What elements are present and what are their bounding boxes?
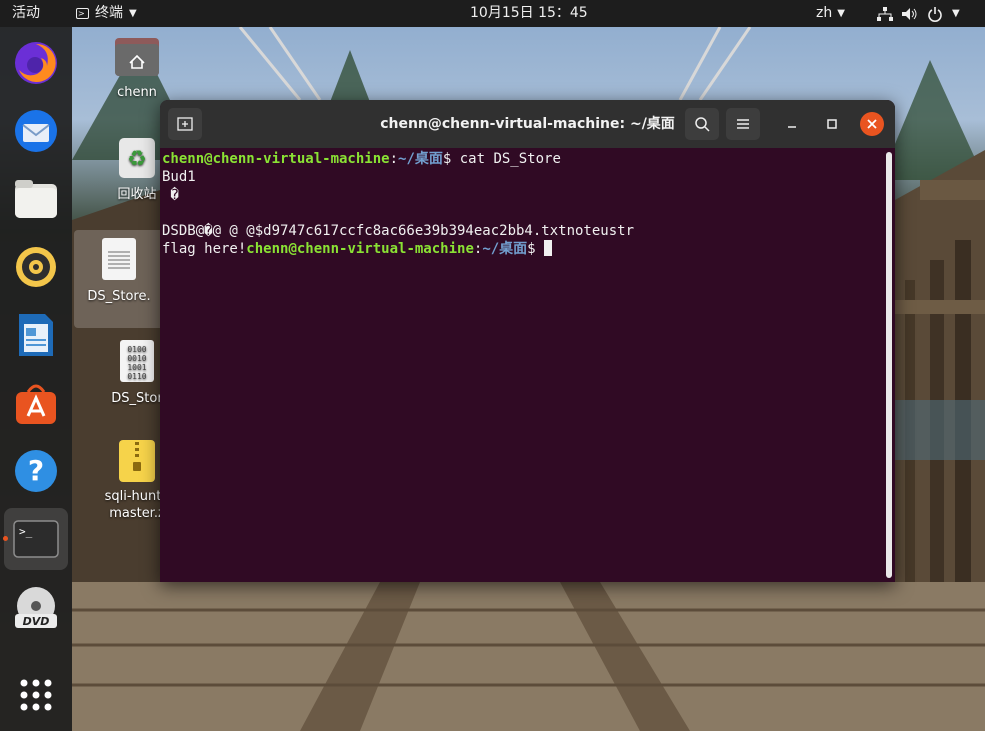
new-tab-button[interactable] xyxy=(168,108,202,140)
svg-text:?: ? xyxy=(28,454,44,487)
document-icon[interactable] xyxy=(10,309,62,361)
system-menu[interactable]: ▼ xyxy=(877,0,960,27)
desktop-icon-label: chenn xyxy=(117,85,157,100)
text-cursor xyxy=(544,240,553,256)
svg-text:DVD: DVD xyxy=(23,615,50,628)
chevron-down-icon: ▼ xyxy=(952,8,960,19)
menu-button[interactable] xyxy=(726,108,760,140)
prompt-separator: : xyxy=(389,151,399,167)
maximize-icon xyxy=(827,119,837,129)
text-file-icon xyxy=(102,238,136,280)
desktop-icon-ds-store-txt[interactable]: DS_Store. xyxy=(74,230,164,328)
output-line: flag here! xyxy=(162,241,247,257)
prompt-user: chenn@chenn-virtual-machine xyxy=(162,151,390,167)
activities-button[interactable]: 活动 xyxy=(12,0,40,27)
close-button[interactable] xyxy=(860,112,884,136)
chevron-down-icon: ▼ xyxy=(129,8,137,19)
prompt-dollar: $ xyxy=(527,241,545,257)
network-icon xyxy=(877,6,893,21)
dvd-icon[interactable]: DVD xyxy=(10,583,62,635)
top-bar: 活动 > 终端 ▼ 10月15日 15：45 zh ▼ ▼ xyxy=(0,0,985,27)
output-line: DSDB@�@ @ @$d9747c617ccfc8ac66e39b394eac… xyxy=(162,223,635,239)
app-menu[interactable]: > 终端 ▼ xyxy=(76,0,137,27)
hamburger-icon xyxy=(737,119,749,129)
binary-file-icon: 0100001010010110 xyxy=(120,340,154,382)
terminal-icon[interactable]: >_ xyxy=(4,508,68,570)
prompt-dollar: $ xyxy=(442,151,460,167)
scrollbar[interactable] xyxy=(886,152,892,578)
output-line: Bud1 xyxy=(162,169,196,185)
command-text: cat DS_Store xyxy=(459,151,561,167)
trash-icon: ♻ xyxy=(119,138,155,178)
dock: ? >_ DVD xyxy=(0,27,72,731)
store-icon[interactable] xyxy=(10,377,62,429)
svg-text:0110: 0110 xyxy=(127,372,146,381)
terminal-window[interactable]: chenn@chenn-virtual-machine: ~/桌面 chenn@… xyxy=(160,100,895,582)
clock[interactable]: 10月15日 15：45 xyxy=(470,0,588,27)
input-method-menu[interactable]: zh ▼ xyxy=(816,0,845,27)
thunderbird-icon[interactable] xyxy=(10,105,62,157)
svg-text:0010: 0010 xyxy=(127,354,146,363)
close-icon xyxy=(867,119,877,129)
search-icon xyxy=(695,117,710,132)
speaker-icon[interactable] xyxy=(10,241,62,293)
desktop-icon-label: DS_Store. xyxy=(87,289,151,304)
svg-text:>_: >_ xyxy=(19,525,33,538)
new-tab-icon xyxy=(177,117,193,131)
minimize-button[interactable] xyxy=(780,112,804,136)
terminal-titlebar[interactable]: chenn@chenn-virtual-machine: ~/桌面 xyxy=(160,100,895,148)
grid-icon[interactable] xyxy=(10,669,62,721)
terminal-content[interactable]: chenn@chenn-virtual-machine:~/桌面$ cat DS… xyxy=(162,150,880,580)
output-line: � xyxy=(162,187,179,203)
power-icon xyxy=(928,6,942,22)
terminal-small-icon: > xyxy=(76,8,89,19)
svg-text:1001: 1001 xyxy=(127,363,146,372)
zip-archive-icon xyxy=(119,440,155,482)
prompt-path: ~/桌面 xyxy=(482,241,528,257)
svg-text:♻: ♻ xyxy=(127,147,147,172)
desktop-icon-home[interactable]: chenn xyxy=(94,36,180,101)
input-method-label: zh xyxy=(816,5,833,21)
maximize-button[interactable] xyxy=(820,112,844,136)
app-menu-label: 终端 xyxy=(95,5,123,21)
home-folder-icon xyxy=(115,38,159,76)
folder-icon[interactable] xyxy=(10,173,62,225)
prompt-path: ~/桌面 xyxy=(398,151,443,167)
prompt-user: chenn@chenn-virtual-machine xyxy=(246,241,474,257)
running-indicator xyxy=(3,536,8,541)
volume-icon xyxy=(902,7,917,20)
help-icon[interactable]: ? xyxy=(10,445,62,497)
chevron-down-icon: ▼ xyxy=(837,8,845,19)
svg-text:0100: 0100 xyxy=(127,345,146,354)
minimize-icon xyxy=(788,126,796,128)
search-button[interactable] xyxy=(685,108,719,140)
firefox-icon[interactable] xyxy=(10,37,62,89)
